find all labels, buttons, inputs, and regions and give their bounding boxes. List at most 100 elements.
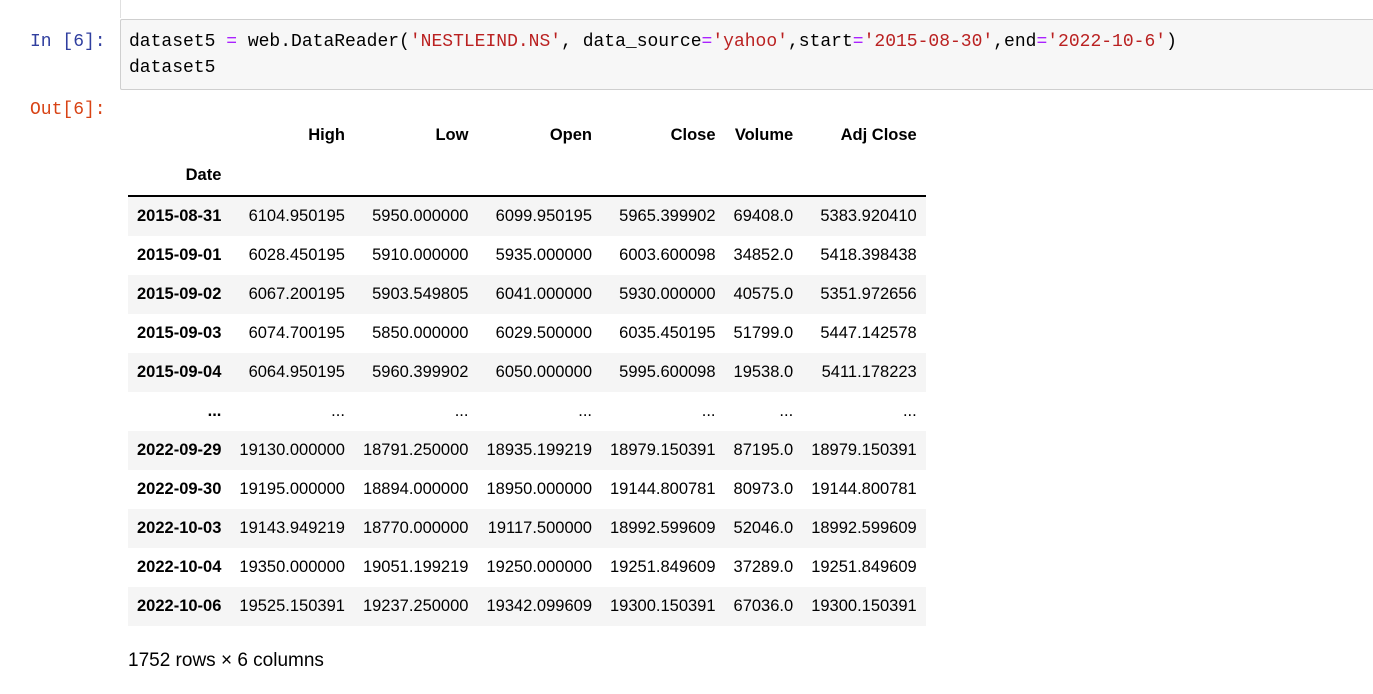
table-cell: 19144.800781: [811, 480, 917, 498]
table-cell: 19237.250000: [362, 597, 469, 615]
table-cell: ...: [701, 402, 716, 420]
table-cell: 19117.500000: [487, 519, 592, 537]
table-cell: 19300.150391: [610, 597, 716, 615]
code-operator: =: [1036, 32, 1048, 52]
table-row: 2022-09-30 19195.000000 18894.000000 18950.…: [128, 470, 926, 509]
table-cell: 5965.399902: [619, 207, 716, 225]
table-cell: ...: [779, 402, 794, 420]
table-cell: 19251.849609: [610, 558, 716, 576]
table-cell: 52046.0: [733, 519, 794, 537]
row-index-date: 2015-08-31: [137, 207, 222, 225]
table-cell: 5447.142578: [820, 324, 917, 342]
table-cell: 51799.0: [733, 324, 794, 342]
table-cell: 19251.849609: [811, 558, 917, 576]
table-row: 2015-08-31 6104.950195 5950.000000 6099.950…: [128, 196, 926, 236]
column-header: Close: [670, 125, 716, 144]
previous-cell-edge: [120, 0, 1373, 18]
input-prompt: In [6]:: [30, 32, 106, 52]
table-cell: 6064.950195: [248, 363, 345, 381]
column-header-row: High Low Open Close Volume Adj Close: [128, 115, 926, 155]
index-name: Date: [185, 165, 222, 184]
table-cell: 19250.000000: [486, 558, 592, 576]
row-index-date: 2022-10-06: [137, 597, 222, 615]
table-row: 2015-09-02 6067.200195 5903.549805 6041.000…: [128, 275, 926, 314]
table-cell: 5995.600098: [619, 363, 716, 381]
table-cell: 18979.150391: [610, 441, 716, 459]
table-cell: 67036.0: [733, 597, 794, 615]
table-cell: ...: [454, 402, 469, 420]
code-string: '2015-08-30': [863, 32, 994, 52]
table-cell: 19538.0: [733, 363, 794, 381]
table-row: 2015-09-04 6064.950195 5960.399902 6050.000…: [128, 353, 926, 392]
table-cell: 18791.250000: [362, 441, 469, 459]
code-string: '2022-10-6': [1047, 32, 1167, 52]
row-index-date: 2022-10-04: [137, 558, 222, 576]
code-line-2: dataset5: [129, 58, 216, 78]
table-row: 2022-09-29 19130.000000 18791.250000 18935.…: [128, 431, 926, 470]
table-cell: 69408.0: [733, 207, 794, 225]
table-cell: 18950.000000: [486, 480, 592, 498]
table-cell: 87195.0: [733, 441, 794, 459]
table-cell: 6074.700195: [248, 324, 345, 342]
table-cell: 6067.200195: [248, 285, 345, 303]
table-cell: 5850.000000: [372, 324, 469, 342]
column-header: Adj Close: [840, 125, 917, 144]
table-cell: 19143.949219: [239, 519, 345, 537]
table-cell: 6041.000000: [495, 285, 592, 303]
index-name-row: Date: [128, 155, 926, 196]
table-cell: 80973.0: [733, 480, 794, 498]
table-cell: 6003.600098: [619, 246, 716, 264]
code-token: ): [1166, 32, 1177, 52]
table-cell: 18992.599609: [610, 519, 716, 537]
table-cell: 5351.972656: [820, 285, 917, 303]
table-cell: 5960.399902: [372, 363, 469, 381]
column-header: High: [308, 125, 345, 144]
table-cell: 40575.0: [733, 285, 794, 303]
table-cell: 5930.000000: [619, 285, 716, 303]
code-token: ,start: [787, 32, 853, 52]
dataframe-table: High Low Open Close Volume Adj Close Dat…: [128, 115, 926, 626]
table-cell: 19525.150391: [239, 597, 345, 615]
table-cell: 19300.150391: [811, 597, 917, 615]
table-cell: 5935.000000: [495, 246, 592, 264]
row-index-date: 2015-09-03: [137, 324, 222, 342]
table-cell: 5411.178223: [821, 363, 917, 381]
code-operator: =: [852, 32, 864, 52]
row-index-date: 2015-09-04: [137, 363, 222, 381]
table-cell: 19350.000000: [239, 558, 345, 576]
ellipsis-row: .....................: [128, 392, 926, 431]
table-cell: 19144.800781: [610, 480, 716, 498]
column-header: Volume: [734, 125, 794, 144]
table-cell: 6050.000000: [495, 363, 592, 381]
table-cell: 18894.000000: [362, 480, 469, 498]
table-cell: 18979.150391: [811, 441, 917, 459]
table-cell: 19342.099609: [486, 597, 592, 615]
table-cell: 34852.0: [733, 246, 794, 264]
table-cell: ...: [902, 402, 917, 420]
table-row: 2022-10-04 19350.000000 19051.199219 19250.…: [128, 548, 926, 587]
code-cell[interactable]: dataset5 = web.DataReader('NESTLEIND.NS'…: [120, 19, 1373, 90]
column-header: Open: [549, 125, 592, 144]
table-cell: 18770.000000: [362, 519, 469, 537]
code-operator: =: [701, 32, 713, 52]
row-index-date: 2022-10-03: [137, 519, 222, 537]
table-row: 2015-09-01 6028.450195 5910.000000 5935.000…: [128, 236, 926, 275]
code-string: 'NESTLEIND.NS': [409, 32, 562, 52]
table-cell: ...: [331, 402, 345, 420]
table-row: 2015-09-03 6074.700195 5850.000000 6029.500…: [128, 314, 926, 353]
table-cell: 19130.000000: [239, 441, 345, 459]
code-token: ,end: [993, 32, 1037, 52]
row-index-date: 2015-09-01: [137, 246, 222, 264]
table-row: 2022-10-03 19143.949219 18770.000000 19117.…: [128, 509, 926, 548]
table-cell: 5903.549805: [372, 285, 469, 303]
row-index-date: 2015-09-02: [137, 285, 222, 303]
index-corner: [128, 115, 230, 155]
table-cell: 19195.000000: [239, 480, 345, 498]
code-operator: =: [226, 32, 238, 52]
code-string: 'yahoo': [712, 32, 788, 52]
code-editor[interactable]: dataset5 = web.DataReader('NESTLEIND.NS'…: [129, 29, 1177, 81]
table-row: 2022-10-06 19525.150391 19237.250000 19342.…: [128, 587, 926, 626]
code-token: dataset5: [129, 32, 227, 52]
table-cell: 6028.450195: [248, 246, 345, 264]
row-index-date: 2022-09-29: [137, 441, 222, 459]
